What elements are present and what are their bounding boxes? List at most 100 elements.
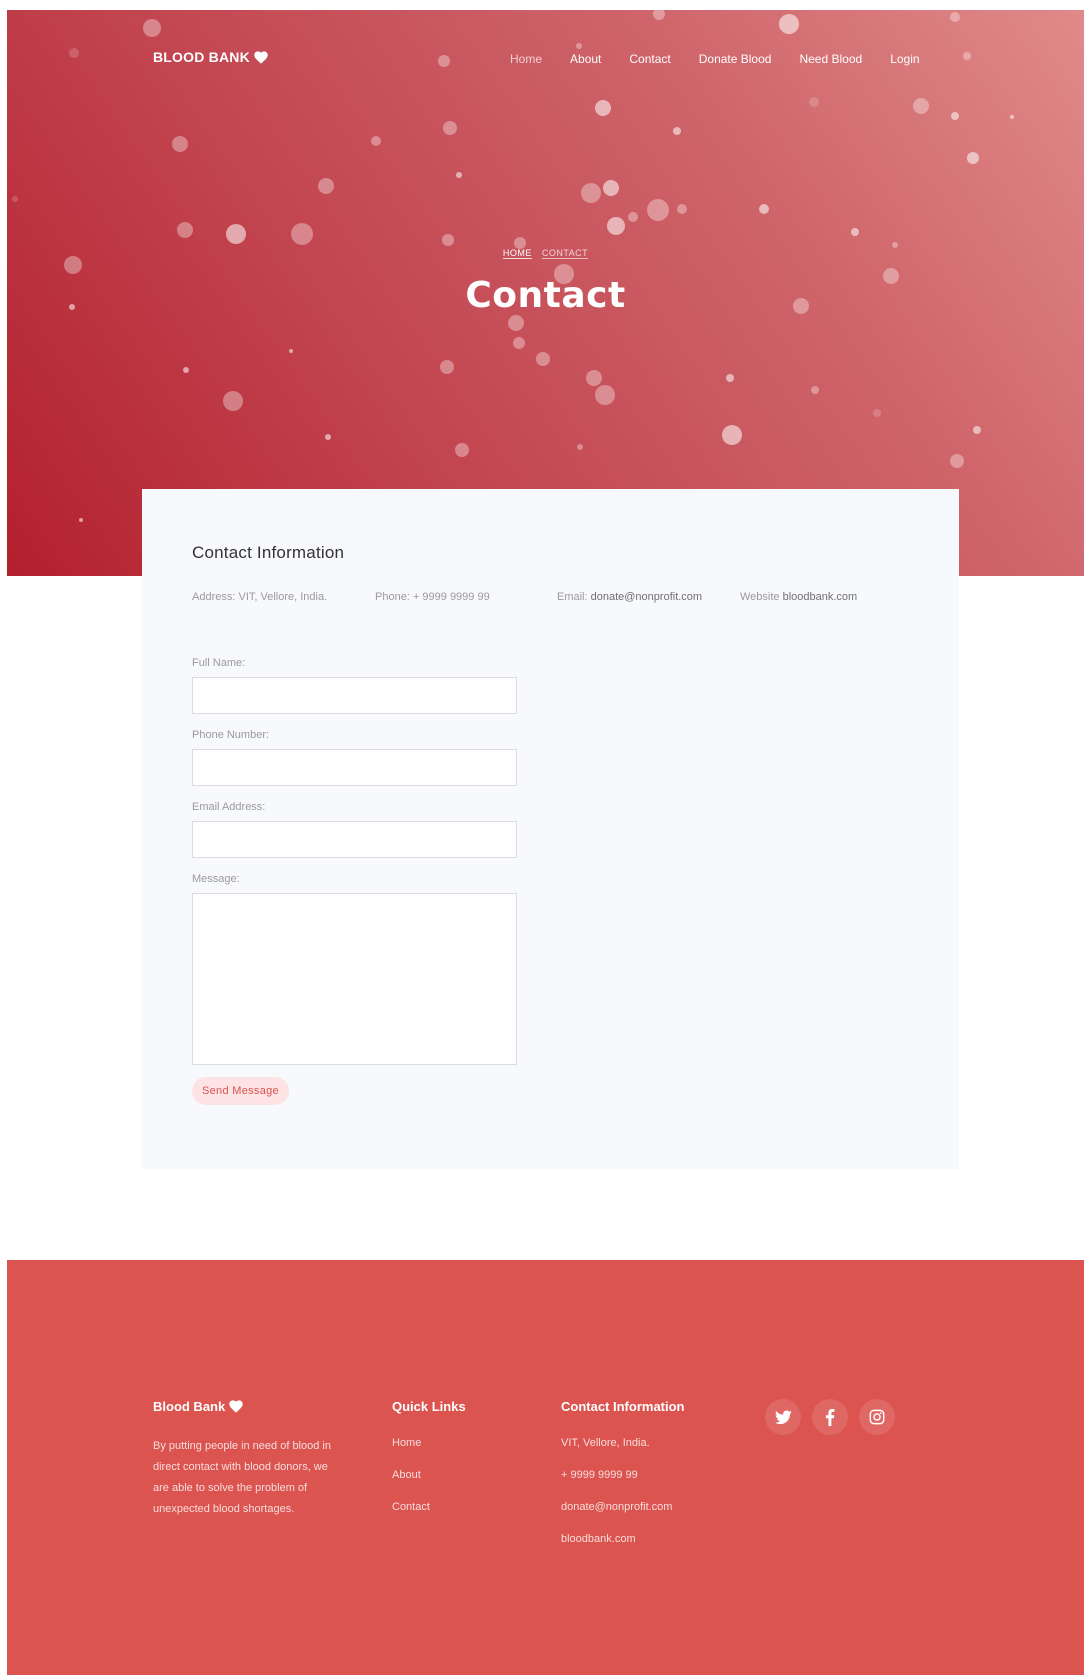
bubble-decoration xyxy=(726,374,734,382)
brand-name: BLOOD BANK xyxy=(153,49,250,65)
main-menu: Home About Contact Donate Blood Need Blo… xyxy=(510,52,920,66)
bubble-decoration xyxy=(759,204,769,214)
bubble-decoration xyxy=(440,360,454,374)
bubble-decoration xyxy=(456,172,462,178)
heart-icon xyxy=(254,50,268,64)
footer-link-about[interactable]: About xyxy=(392,1468,542,1500)
bubble-decoration xyxy=(967,152,979,164)
footer-link-contact[interactable]: Contact xyxy=(392,1500,542,1532)
quick-links-heading: Quick Links xyxy=(392,1399,466,1414)
footer-contact-address: VIT, Vellore, India. xyxy=(561,1437,650,1449)
contact-form: Full Name: Phone Number: Email Address: … xyxy=(192,657,517,1105)
bubble-decoration xyxy=(722,425,742,445)
phone-number-label: Phone Number: xyxy=(192,729,270,741)
bubble-decoration xyxy=(951,112,959,120)
bubble-decoration xyxy=(581,183,601,203)
bubble-decoration xyxy=(291,223,313,245)
contact-website: Website bloodbank.com xyxy=(740,591,858,603)
footer-contact-heading: Contact Information xyxy=(561,1399,685,1414)
site-footer: Blood Bank By putting people in need of … xyxy=(7,1260,1084,1675)
message-textarea[interactable] xyxy=(192,893,517,1065)
nav-link-home[interactable]: Home xyxy=(510,52,542,66)
nav-link-login[interactable]: Login xyxy=(890,52,919,66)
twitter-button[interactable] xyxy=(765,1399,801,1435)
instagram-button[interactable] xyxy=(859,1399,895,1435)
bubble-decoration xyxy=(586,370,602,386)
bubble-decoration xyxy=(809,97,819,107)
bubble-decoration xyxy=(289,349,293,353)
quick-links-list: Home About Contact xyxy=(392,1436,542,1532)
contact-card: Contact Information Address: VIT, Vellor… xyxy=(142,489,959,1169)
bubble-decoration xyxy=(455,443,469,457)
bubble-decoration xyxy=(443,121,457,135)
bubble-decoration xyxy=(172,136,188,152)
footer-quick-links: Quick Links Home About Contact xyxy=(392,1399,542,1532)
bubble-decoration xyxy=(873,409,881,417)
nav-link-about[interactable]: About xyxy=(570,52,601,66)
heart-icon xyxy=(229,1400,243,1413)
bubble-decoration xyxy=(79,518,83,522)
bubble-decoration xyxy=(851,228,859,236)
send-message-button[interactable]: Send Message xyxy=(192,1077,289,1105)
bubble-decoration xyxy=(913,98,929,114)
contact-address: Address: VIT, Vellore, India. xyxy=(192,591,328,603)
bubble-decoration xyxy=(442,234,454,246)
footer-about-text: By putting people in need of blood in di… xyxy=(153,1440,331,1515)
bubble-decoration xyxy=(647,199,669,221)
footer-contact-website[interactable]: bloodbank.com xyxy=(561,1532,751,1564)
contact-email: Email: donate@nonprofit.com xyxy=(557,591,703,603)
bubble-decoration xyxy=(603,180,619,196)
email-address-label: Email Address: xyxy=(192,801,266,813)
bubble-decoration xyxy=(628,212,638,222)
bubble-decoration xyxy=(595,385,615,405)
phone-number-input[interactable] xyxy=(192,749,517,786)
hero-content: HOME CONTACT Contact xyxy=(7,248,1084,316)
footer-brand: Blood Bank xyxy=(153,1399,343,1414)
bubble-decoration xyxy=(1010,115,1014,119)
footer-link-home[interactable]: Home xyxy=(392,1436,542,1468)
bubble-decoration xyxy=(226,224,246,244)
footer-contact-list: VIT, Vellore, India. + 9999 9999 99 dona… xyxy=(561,1436,751,1564)
brand-logo[interactable]: BLOOD BANK xyxy=(153,49,268,65)
bubble-decoration xyxy=(183,367,189,373)
email-address-input[interactable] xyxy=(192,821,517,858)
bubble-decoration xyxy=(325,434,331,440)
instagram-icon xyxy=(869,1409,885,1425)
bubble-decoration xyxy=(607,217,625,235)
nav-link-donate-blood[interactable]: Donate Blood xyxy=(699,52,772,66)
page-title: Contact xyxy=(465,275,626,316)
message-label: Message: xyxy=(192,873,240,885)
bubble-decoration xyxy=(673,127,681,135)
facebook-button[interactable] xyxy=(812,1399,848,1435)
nav-link-contact[interactable]: Contact xyxy=(629,52,670,66)
bubble-decoration xyxy=(973,426,981,434)
footer-contact: Contact Information VIT, Vellore, India.… xyxy=(561,1399,751,1564)
social-links xyxy=(765,1399,895,1435)
contact-heading: Contact Information xyxy=(192,543,345,562)
bubble-decoration xyxy=(223,391,243,411)
full-name-label: Full Name: xyxy=(192,657,246,669)
contact-phone: Phone: + 9999 9999 99 xyxy=(375,591,490,603)
bubble-decoration xyxy=(677,204,687,214)
bubble-decoration xyxy=(536,352,550,366)
bubble-decoration xyxy=(595,100,611,116)
footer-about: Blood Bank By putting people in need of … xyxy=(153,1399,343,1520)
facebook-icon xyxy=(825,1408,835,1426)
full-name-input[interactable] xyxy=(192,677,517,714)
bubble-decoration xyxy=(371,136,381,146)
footer-contact-email[interactable]: donate@nonprofit.com xyxy=(561,1500,751,1532)
top-navigation: BLOOD BANK Home About Contact Donate Blo… xyxy=(7,10,1084,90)
breadcrumb: HOME CONTACT xyxy=(7,248,1084,259)
breadcrumb-home[interactable]: HOME xyxy=(502,248,532,259)
bubble-decoration xyxy=(513,337,525,349)
bubble-decoration xyxy=(577,444,583,450)
bubble-decoration xyxy=(318,178,334,194)
breadcrumb-current: CONTACT xyxy=(541,248,589,259)
twitter-icon xyxy=(774,1409,792,1424)
bubble-decoration xyxy=(508,315,524,331)
nav-link-need-blood[interactable]: Need Blood xyxy=(799,52,862,66)
bubble-decoration xyxy=(177,222,193,238)
footer-contact-phone: + 9999 9999 99 xyxy=(561,1469,638,1481)
bubble-decoration xyxy=(950,454,964,468)
bubble-decoration xyxy=(12,196,18,202)
